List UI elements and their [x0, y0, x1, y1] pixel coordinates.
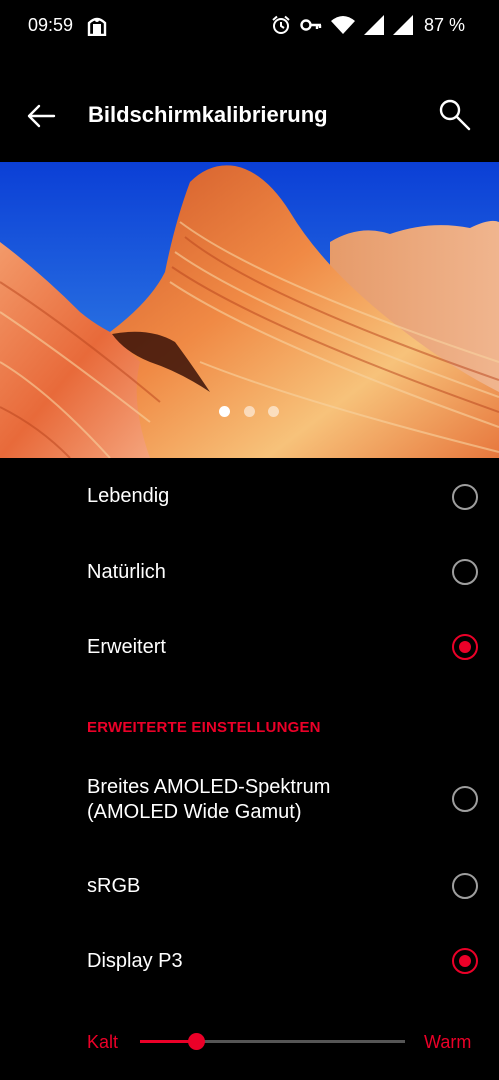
alarm-icon — [272, 15, 290, 34]
slider-max-label: Warm — [424, 1032, 472, 1052]
slider-track[interactable] — [140, 1033, 405, 1050]
search-icon[interactable] — [435, 95, 475, 135]
option-label: Display P3 — [87, 950, 183, 972]
slider-thumb[interactable] — [187, 1033, 205, 1050]
page-indicator — [0, 406, 499, 418]
status-time: 09:59 — [28, 15, 74, 35]
option-sublabel: (AMOLED Wide Gamut) — [87, 801, 302, 823]
signal-icon — [363, 15, 384, 35]
notification-icon — [87, 17, 107, 36]
option-label: sRGB — [87, 875, 141, 897]
option-lebendig[interactable]: Lebendig — [0, 466, 499, 526]
vpn-key-icon — [300, 19, 322, 31]
option-erweitert[interactable]: Erweitert — [0, 617, 499, 677]
radio-button[interactable] — [452, 873, 478, 899]
option-natuerlich[interactable]: Natürlich — [0, 542, 499, 602]
option-label: Lebendig — [87, 485, 170, 507]
option-amoled-wide-gamut[interactable]: Breites AMOLED-Spektrum (AMOLED Wide Gam… — [0, 770, 499, 838]
radio-button[interactable] — [452, 786, 478, 812]
arrow-back-icon[interactable] — [22, 97, 60, 135]
option-display-p3[interactable]: Display P3 — [0, 931, 499, 991]
page-title: Bildschirmkalibrierung — [88, 102, 328, 127]
option-label: Breites AMOLED-Spektrum — [87, 776, 331, 798]
status-icons: 87 % — [271, 13, 465, 37]
radio-button-selected[interactable] — [452, 948, 478, 974]
signal-icon — [392, 15, 413, 35]
option-label: Erweitert — [87, 636, 166, 658]
radio-button-selected[interactable] — [452, 634, 478, 660]
color-temperature-slider: Kalt Warm — [0, 1020, 499, 1064]
option-srgb[interactable]: sRGB — [0, 856, 499, 916]
page-dot — [219, 406, 230, 417]
radio-button[interactable] — [452, 484, 478, 510]
wifi-icon — [330, 16, 355, 34]
app-bar: Bildschirmkalibrierung — [0, 78, 499, 152]
page-dot — [268, 406, 279, 417]
page-dot — [244, 406, 255, 417]
radio-button[interactable] — [452, 559, 478, 585]
battery-percent: 87 % — [423, 14, 465, 35]
section-header: ERWEITERTE EINSTELLUNGEN — [87, 719, 321, 736]
status-bar: 09:59 87 % — [0, 0, 499, 52]
slider-min-label: Kalt — [87, 1032, 119, 1052]
option-label: Natürlich — [87, 561, 166, 583]
